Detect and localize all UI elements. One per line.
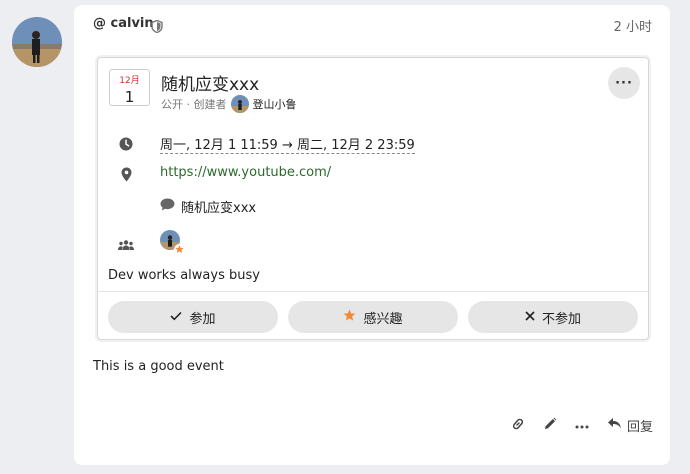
reply-button[interactable]: 回复 [607,416,653,435]
chat-bubble-icon [160,198,175,215]
group-icon [118,235,134,254]
star-icon [174,240,185,259]
map-pin-icon [121,167,132,186]
event-date-range[interactable]: 周一, 12月 1 11:59 → 周二, 12月 2 23:59 [160,134,415,154]
post-body: This is a good event [93,359,224,374]
event-meta: 公开 · 创建者 登山小鲁 [161,95,297,113]
reply-label: 回复 [626,420,653,435]
check-icon [170,310,183,325]
not-going-label: 不参加 [541,311,581,327]
ellipsis-icon: ··· [615,75,633,91]
interested-label: 感兴趣 [363,311,403,327]
more-actions-button[interactable] [575,418,589,433]
post-card: @ calvin 2 小时 12月 1 随机应变xxx 公开 · 创建者 登山小… [74,5,670,465]
author-name[interactable]: @ calvin [93,16,154,31]
pencil-icon [543,417,557,435]
creator-name[interactable]: 登山小鲁 [253,96,297,112]
event-location-link[interactable]: https://www.youtube.com/ [160,165,331,180]
event-visibility: 公开 · 创建者 [161,98,227,111]
post-header: @ calvin 2 小时 [93,16,652,36]
creator-avatar[interactable] [230,95,249,113]
event-date-badge: 12月 1 [109,69,150,106]
event-more-button[interactable]: ··· [608,67,640,99]
event-day: 1 [124,88,135,106]
event-chat-link[interactable]: 随机应变xxx [160,197,256,216]
ellipsis-icon [575,418,589,433]
post-timestamp[interactable]: 2 小时 [614,16,652,35]
going-button[interactable]: 参加 [108,301,278,333]
interested-button[interactable]: 感兴趣 [288,301,458,333]
edit-button[interactable] [543,417,557,435]
post-actions: 回复 [511,416,653,435]
chat-label: 随机应变xxx [181,201,257,216]
clock-icon [119,136,133,155]
divider [98,291,648,292]
going-label: 参加 [189,311,216,327]
author-avatar[interactable] [12,17,62,67]
event-title[interactable]: 随机应变xxx [161,70,259,95]
link-icon [511,417,525,435]
event-month: 12月 [119,76,140,86]
not-going-button[interactable]: 不参加 [468,301,638,333]
copy-link-button[interactable] [511,417,525,435]
star-icon [343,309,356,326]
shield-icon [151,18,163,37]
close-icon [525,310,535,325]
reply-icon [607,417,622,434]
event-card: 12月 1 随机应变xxx 公开 · 创建者 登山小鲁 ··· 周一, 12月 … [97,57,649,340]
event-description: Dev works always busy [108,268,260,283]
